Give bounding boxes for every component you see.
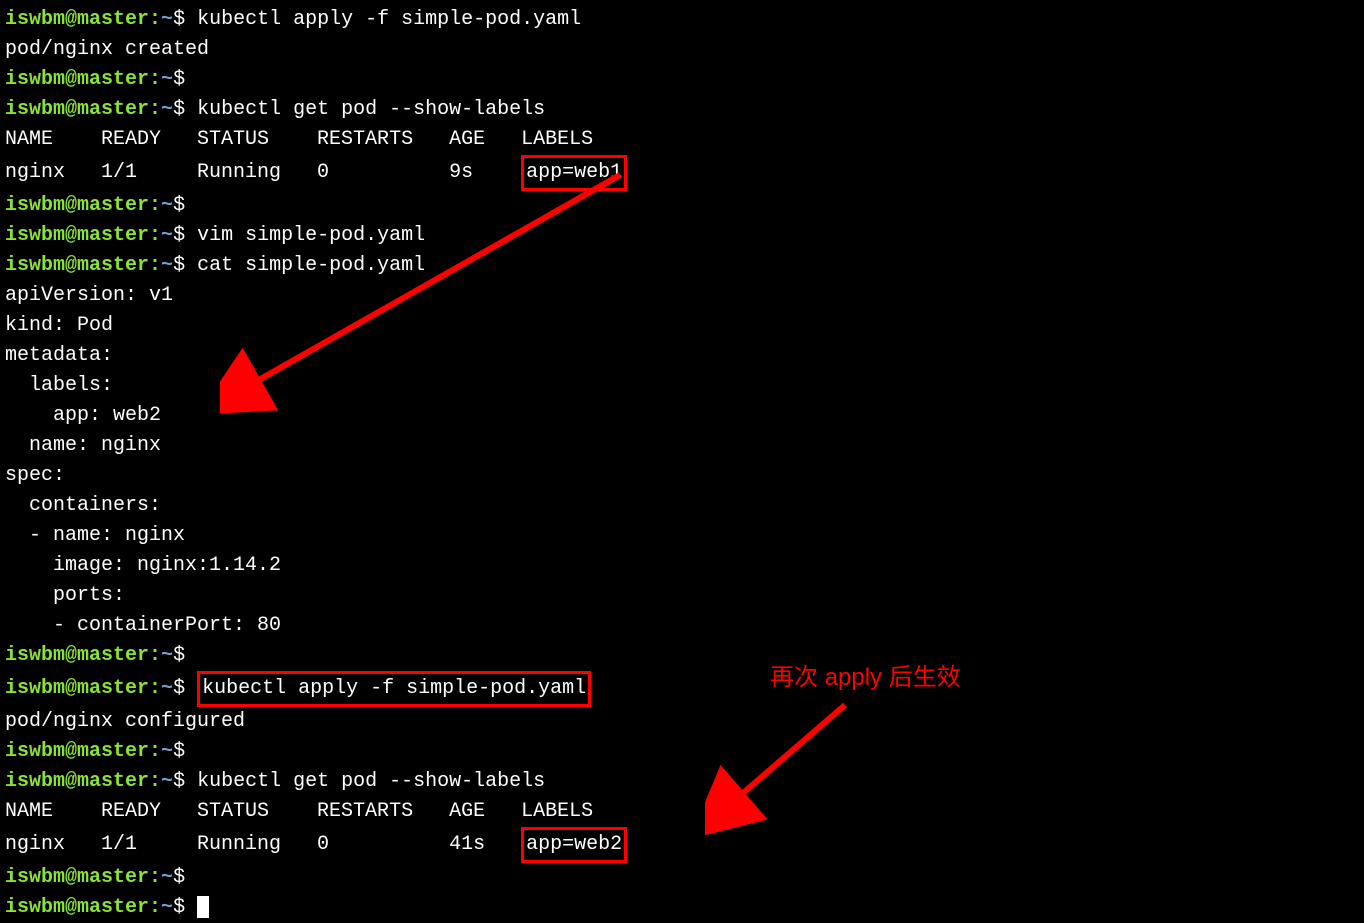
terminal-line: iswbm@master:~$ bbox=[5, 191, 1359, 221]
prompt-sep: : bbox=[149, 224, 161, 247]
prompt-dollar: $ bbox=[173, 770, 185, 793]
prompt-sep: : bbox=[149, 866, 161, 889]
prompt-userhost: iswbm@master bbox=[5, 770, 149, 793]
highlight-label-1: app=web1 bbox=[521, 155, 627, 191]
yaml-line: image: nginx:1.14.2 bbox=[5, 551, 1359, 581]
prompt-dollar: $ bbox=[173, 644, 185, 667]
output-line: pod/nginx configured bbox=[5, 707, 1359, 737]
highlight-label-2: app=web2 bbox=[521, 827, 627, 863]
prompt-userhost: iswbm@master bbox=[5, 68, 149, 91]
terminal-line: iswbm@master:~$ bbox=[5, 863, 1359, 893]
prompt-userhost: iswbm@master bbox=[5, 98, 149, 121]
prompt-dollar: $ bbox=[173, 224, 185, 247]
prompt-path: ~ bbox=[161, 677, 173, 700]
output-line: pod/nginx created bbox=[5, 35, 1359, 65]
terminal-content[interactable]: iswbm@master:~$ kubectl apply -f simple-… bbox=[5, 5, 1359, 923]
prompt-path: ~ bbox=[161, 644, 173, 667]
table-row-prefix: nginx 1/1 Running 0 9s bbox=[5, 161, 521, 184]
annotation-text: 再次 apply 后生效 bbox=[770, 660, 961, 696]
yaml-line: app: web2 bbox=[5, 401, 1359, 431]
prompt-dollar: $ bbox=[173, 896, 185, 919]
prompt-userhost: iswbm@master bbox=[5, 896, 149, 919]
highlight-command: kubectl apply -f simple-pod.yaml bbox=[197, 671, 591, 707]
prompt-path: ~ bbox=[161, 770, 173, 793]
command-text: kubectl apply -f simple-pod.yaml bbox=[202, 677, 586, 700]
terminal-line: iswbm@master:~$ cat simple-pod.yaml bbox=[5, 251, 1359, 281]
yaml-line: containers: bbox=[5, 491, 1359, 521]
table-row: nginx 1/1 Running 0 9s app=web1 bbox=[5, 155, 1359, 191]
table-header: NAME READY STATUS RESTARTS AGE LABELS bbox=[5, 125, 1359, 155]
command-text: cat simple-pod.yaml bbox=[197, 254, 425, 277]
prompt-dollar: $ bbox=[173, 194, 185, 217]
yaml-line: apiVersion: v1 bbox=[5, 281, 1359, 311]
prompt-sep: : bbox=[149, 770, 161, 793]
prompt-path: ~ bbox=[161, 866, 173, 889]
yaml-line: - containerPort: 80 bbox=[5, 611, 1359, 641]
terminal-line: iswbm@master:~$ bbox=[5, 737, 1359, 767]
yaml-line: labels: bbox=[5, 371, 1359, 401]
prompt-userhost: iswbm@master bbox=[5, 740, 149, 763]
terminal-line: iswbm@master:~$ bbox=[5, 65, 1359, 95]
command-text bbox=[185, 8, 197, 31]
prompt-sep: : bbox=[149, 644, 161, 667]
prompt-path: ~ bbox=[161, 98, 173, 121]
prompt-userhost: iswbm@master bbox=[5, 224, 149, 247]
prompt-path: ~ bbox=[161, 224, 173, 247]
terminal-line: iswbm@master:~$ kubectl get pod --show-l… bbox=[5, 95, 1359, 125]
table-row: nginx 1/1 Running 0 41s app=web2 bbox=[5, 827, 1359, 863]
prompt-dollar: $ bbox=[173, 740, 185, 763]
table-header: NAME READY STATUS RESTARTS AGE LABELS bbox=[5, 797, 1359, 827]
prompt-userhost: iswbm@master bbox=[5, 194, 149, 217]
prompt-path: ~ bbox=[161, 194, 173, 217]
prompt-dollar: $ bbox=[173, 68, 185, 91]
prompt-dollar: $ bbox=[173, 677, 185, 700]
command-text: vim simple-pod.yaml bbox=[197, 224, 425, 247]
prompt-sep: : bbox=[149, 8, 161, 31]
yaml-line: spec: bbox=[5, 461, 1359, 491]
prompt-sep: : bbox=[149, 677, 161, 700]
prompt-userhost: iswbm@master bbox=[5, 254, 149, 277]
prompt-path: ~ bbox=[161, 68, 173, 91]
terminal-line: iswbm@master:~$ kubectl apply -f simple-… bbox=[5, 5, 1359, 35]
prompt-sep: : bbox=[149, 740, 161, 763]
prompt-sep: : bbox=[149, 896, 161, 919]
prompt-dollar: $ bbox=[173, 254, 185, 277]
prompt-path: ~ bbox=[161, 740, 173, 763]
terminal-line: iswbm@master:~$ kubectl apply -f simple-… bbox=[5, 671, 1359, 707]
prompt-dollar: $ bbox=[173, 8, 185, 31]
yaml-line: kind: Pod bbox=[5, 311, 1359, 341]
terminal-line: iswbm@master:~$ kubectl get pod --show-l… bbox=[5, 767, 1359, 797]
prompt-path: ~ bbox=[161, 896, 173, 919]
yaml-line: ports: bbox=[5, 581, 1359, 611]
prompt-sep: : bbox=[149, 254, 161, 277]
prompt-userhost: iswbm@master bbox=[5, 8, 149, 31]
yaml-line: name: nginx bbox=[5, 431, 1359, 461]
table-row-prefix: nginx 1/1 Running 0 41s bbox=[5, 833, 521, 856]
terminal-line: iswbm@master:~$ vim simple-pod.yaml bbox=[5, 221, 1359, 251]
prompt-userhost: iswbm@master bbox=[5, 677, 149, 700]
yaml-line: metadata: bbox=[5, 341, 1359, 371]
prompt-dollar: $ bbox=[173, 866, 185, 889]
prompt-path: ~ bbox=[161, 254, 173, 277]
prompt-sep: : bbox=[149, 68, 161, 91]
prompt-userhost: iswbm@master bbox=[5, 866, 149, 889]
prompt-sep: : bbox=[149, 194, 161, 217]
terminal-line: iswbm@master:~$ bbox=[5, 641, 1359, 671]
command-text: kubectl apply -f simple-pod.yaml bbox=[197, 8, 581, 31]
yaml-line: - name: nginx bbox=[5, 521, 1359, 551]
cursor-icon bbox=[197, 896, 209, 918]
prompt-sep: : bbox=[149, 98, 161, 121]
command-text: kubectl get pod --show-labels bbox=[197, 98, 545, 121]
prompt-dollar: $ bbox=[173, 98, 185, 121]
command-text: kubectl get pod --show-labels bbox=[197, 770, 545, 793]
prompt-userhost: iswbm@master bbox=[5, 644, 149, 667]
prompt-path: ~ bbox=[161, 8, 173, 31]
